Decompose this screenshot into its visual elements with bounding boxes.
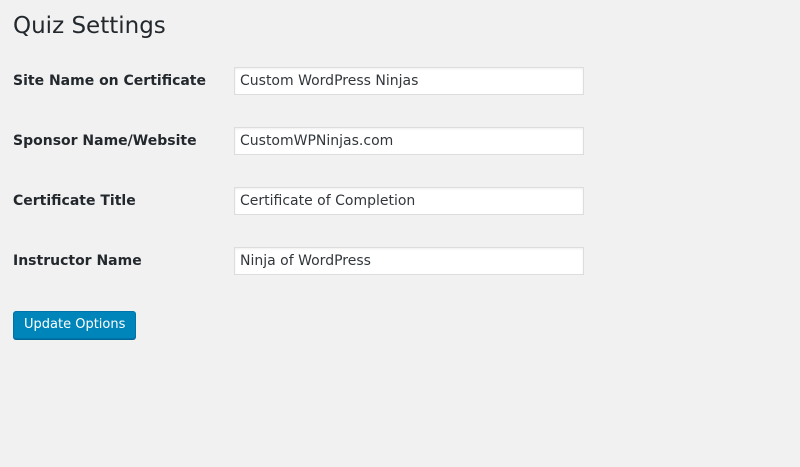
site-name-input[interactable]	[234, 67, 584, 95]
certificate-title-row: Certificate Title	[13, 187, 584, 215]
page-title: Quiz Settings	[13, 13, 166, 39]
site-name-label: Site Name on Certificate	[13, 73, 206, 89]
certificate-title-label: Certificate Title	[13, 193, 136, 209]
sponsor-name-row: Sponsor Name/Website	[13, 127, 584, 155]
site-name-row: Site Name on Certificate	[13, 67, 584, 95]
certificate-title-input[interactable]	[234, 187, 584, 215]
instructor-name-row: Instructor Name	[13, 247, 584, 275]
instructor-name-label: Instructor Name	[13, 253, 142, 269]
instructor-name-input[interactable]	[234, 247, 584, 275]
sponsor-name-label: Sponsor Name/Website	[13, 133, 197, 149]
sponsor-name-input[interactable]	[234, 127, 584, 155]
update-options-button[interactable]: Update Options	[13, 311, 137, 339]
quiz-settings-page: Quiz Settings Site Name on Certificate S…	[0, 0, 800, 467]
